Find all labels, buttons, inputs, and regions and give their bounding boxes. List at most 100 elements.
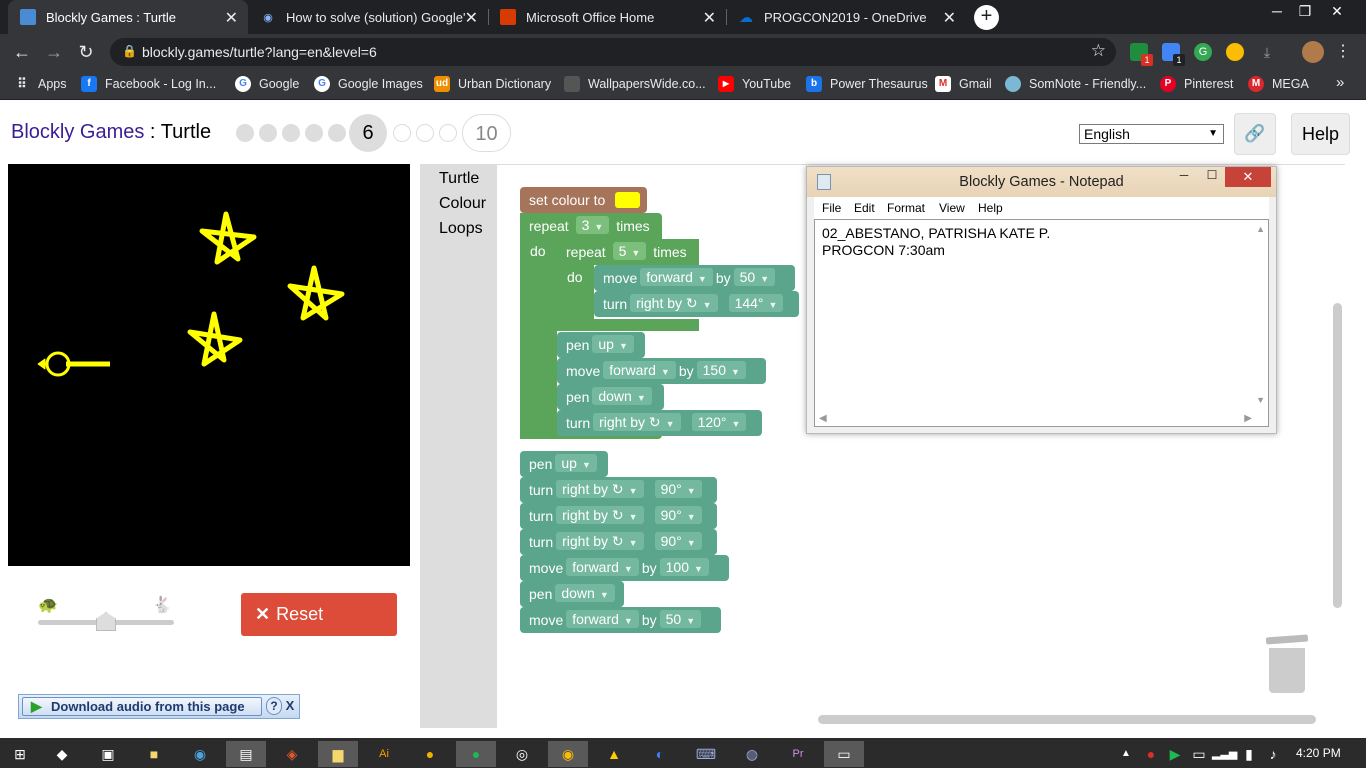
keyboard-icon[interactable]: ⌨ (686, 741, 726, 767)
bookmark-facebook[interactable]: f Facebook - Log In... (81, 76, 216, 92)
link-button[interactable]: 🔗 (1234, 113, 1276, 155)
direction-field[interactable]: forward ▼ (566, 558, 639, 576)
category-turtle[interactable]: Turtle (439, 170, 479, 188)
brand-link[interactable]: Blockly Games (11, 121, 144, 143)
turn-block[interactable]: turn right by ↻ ▼ 90° ▼ (520, 477, 717, 503)
close-icon[interactable]: X (283, 697, 297, 715)
menu-edit[interactable]: Edit (854, 201, 875, 215)
menu-file[interactable]: File (822, 201, 841, 215)
level-dot-4[interactable] (305, 124, 323, 142)
app-icon[interactable]: ● (410, 741, 450, 767)
repeat-count-field[interactable]: 3 ▼ (575, 216, 610, 234)
level-dot-2[interactable] (259, 124, 277, 142)
tray-chevron-icon[interactable]: ▲ (1116, 741, 1136, 767)
bookmark-youtube[interactable]: ▶ YouTube (718, 76, 791, 92)
download-icon[interactable]: ⤓ (1258, 43, 1276, 61)
direction-field[interactable]: forward ▼ (603, 361, 676, 379)
bookmark-mega[interactable]: M MEGA (1248, 76, 1309, 92)
angle-field[interactable]: 90° ▼ (654, 532, 702, 550)
repeat-count-field[interactable]: 5 ▼ (612, 242, 647, 260)
turn-direction-field[interactable]: right by ↻ ▼ (556, 506, 644, 524)
bookmark-gmail[interactable]: M Gmail (935, 76, 992, 92)
turn-direction-field[interactable]: right by ↻ ▼ (556, 532, 644, 550)
level-dot-8[interactable] (416, 124, 434, 142)
angle-field[interactable]: 90° ▼ (654, 506, 702, 524)
bookmark-urban-dictionary[interactable]: ud Urban Dictionary (434, 76, 551, 92)
tray-icon[interactable]: ● (1140, 741, 1162, 767)
help-icon[interactable]: ? (266, 697, 282, 715)
turn-block[interactable]: turn right by ↻ ▼ 120° ▼ (557, 410, 762, 436)
avatar[interactable] (1302, 41, 1324, 63)
app-icon[interactable]: ◍ (732, 741, 772, 767)
premiere-icon[interactable]: Pr (778, 741, 818, 767)
category-colour[interactable]: Colour (439, 195, 486, 213)
close-tab-icon[interactable]: ✕ (225, 8, 238, 28)
file-explorer-icon[interactable]: ▆ (318, 741, 358, 767)
close-tab-icon[interactable]: ✕ (943, 8, 956, 28)
level-10[interactable]: 10 (462, 114, 511, 152)
angle-field[interactable]: 120° ▼ (691, 413, 747, 431)
trash-icon[interactable] (1265, 634, 1309, 693)
pen-block[interactable]: pen up ▼ (557, 332, 645, 358)
distance-field[interactable]: 150 ▼ (696, 361, 746, 379)
level-dot-3[interactable] (282, 124, 300, 142)
move-block[interactable]: move forward ▼ by 100 ▼ (520, 555, 729, 581)
level-dot-9[interactable] (439, 124, 457, 142)
bookmark-pinterest[interactable]: P Pinterest (1160, 76, 1233, 92)
set-colour-block[interactable]: set colour to (520, 187, 647, 213)
turn-direction-field[interactable]: right by ↻ ▼ (593, 413, 681, 431)
level-dot-5[interactable] (328, 124, 346, 142)
app-icon[interactable]: ◐ (640, 741, 680, 767)
minimize-icon[interactable]: ─ (1171, 168, 1197, 186)
app-icon[interactable]: ◎ (502, 741, 542, 767)
illustrator-icon[interactable]: Ai (364, 741, 404, 767)
pen-block[interactable]: pen down ▼ (520, 581, 624, 607)
more-bookmarks-icon[interactable]: » (1336, 74, 1344, 91)
volume-icon[interactable]: ♪ (1262, 741, 1284, 767)
turn-direction-field[interactable]: right by ↻ ▼ (630, 294, 718, 312)
menu-format[interactable]: Format (887, 201, 925, 215)
app-icon[interactable]: ◈ (272, 741, 312, 767)
pen-block[interactable]: pen down ▼ (557, 384, 664, 410)
menu-kebab-icon[interactable]: ⋮ (1334, 43, 1352, 61)
app-icon[interactable]: ◆ (42, 741, 82, 767)
colour-swatch[interactable] (615, 192, 640, 208)
category-loops[interactable]: Loops (439, 220, 483, 238)
angle-field[interactable]: 90° ▼ (654, 480, 702, 498)
taskbar-clock[interactable]: 4:20 PM (1296, 746, 1341, 760)
scroll-right-icon[interactable]: ▶ (1244, 413, 1252, 424)
pen-field[interactable]: up ▼ (555, 454, 597, 472)
bookmark-power-thesaurus[interactable]: b Power Thesaurus (806, 76, 928, 92)
menu-view[interactable]: View (939, 201, 965, 215)
spotify-icon[interactable]: ● (456, 741, 496, 767)
close-tab-icon[interactable]: ✕ (703, 8, 716, 28)
bookmark-google-images[interactable]: G Google Images (314, 76, 423, 92)
move-block[interactable]: move forward ▼ by 50 ▼ (520, 607, 721, 633)
network-icon[interactable]: ▂▃▅ (1212, 741, 1237, 767)
close-window-icon[interactable]: ✕ (1322, 0, 1352, 24)
scroll-up-icon[interactable]: ▲ (1256, 224, 1265, 234)
maximize-icon[interactable]: ☐ (1199, 168, 1225, 186)
windows-start-icon[interactable]: ⊞ (0, 741, 40, 767)
notepad-taskbar-icon[interactable]: ▤ (226, 741, 266, 767)
new-tab-button[interactable]: + (974, 5, 999, 30)
pen-block[interactable]: pen up ▼ (520, 451, 608, 477)
help-button[interactable]: Help (1291, 113, 1350, 155)
minimize-icon[interactable]: ─ (1262, 0, 1292, 24)
pen-field[interactable]: up ▼ (592, 335, 634, 353)
turn-block[interactable]: turn right by ↻ ▼ 90° ▼ (520, 503, 717, 529)
address-bar[interactable]: 🔒 blockly.games/turtle?lang=en&level=6 ☆ (110, 38, 1116, 66)
slider-handle[interactable] (96, 612, 116, 631)
tab-office[interactable]: Microsoft Office Home ✕ (488, 0, 726, 34)
close-tab-icon[interactable]: ✕ (465, 8, 478, 28)
move-block[interactable]: move forward ▼ by 50 ▼ (594, 265, 795, 291)
bookmark-apps[interactable]: ⠿ Apps (14, 76, 66, 92)
scroll-left-icon[interactable]: ◀ (819, 413, 827, 424)
close-icon[interactable]: ✕ (1225, 167, 1271, 187)
chrome-icon[interactable]: ◉ (548, 741, 588, 767)
notepad-titlebar[interactable]: Blockly Games - Notepad ─ ☐ ✕ (807, 167, 1276, 197)
scroll-down-icon[interactable]: ▼ (1256, 395, 1265, 405)
tray-icon[interactable]: ▭ (1188, 741, 1210, 767)
distance-field[interactable]: 50 ▼ (733, 268, 776, 286)
bookmark-wallpaperswide[interactable]: WallpapersWide.co... (564, 76, 706, 92)
